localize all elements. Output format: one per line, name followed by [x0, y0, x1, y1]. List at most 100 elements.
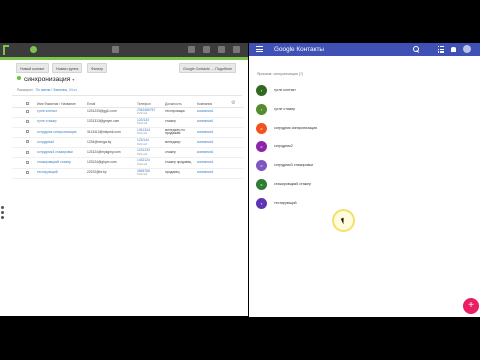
new-segment-button[interactable]: Новая группа — [52, 63, 83, 73]
contact-email: 1231313@gmym.com — [87, 117, 137, 128]
avatar: с — [256, 122, 267, 134]
status-dot-icon — [17, 76, 21, 80]
contacts-table: Имя Фамилия / Название Email Телефон Дол… — [12, 98, 244, 179]
table-row[interactable]: сотрудник2 1234@mmga.by 123/144 Рабочий мене… — [12, 137, 244, 149]
add-contact-button[interactable]: + — [463, 298, 479, 314]
sort-link[interactable]: По имени / Фамилии, 24 ст. — [36, 88, 78, 92]
crm-accent-strip — [0, 57, 248, 60]
table-row[interactable]: тестирующий 22222@br.by 4565766 Рабочий прод… — [12, 168, 244, 179]
crm-icon-1[interactable] — [188, 46, 195, 53]
contact-name-link[interactable]: сотрудник синхронизация — [37, 127, 87, 139]
select-all-checkbox[interactable] — [26, 101, 29, 105]
settings-icon[interactable]: ⚙ — [231, 98, 244, 108]
list-item[interactable]: г гугле контакт — [256, 83, 476, 102]
contact-name-link[interactable]: сотрудник3 стажировки — [37, 147, 87, 159]
search-icon[interactable] — [413, 46, 420, 53]
contact-job: стажер — [165, 147, 197, 159]
list-item[interactable]: г гугле стажер — [256, 102, 476, 121]
row-checkbox[interactable] — [26, 119, 29, 123]
crm-icon-2[interactable] — [203, 46, 210, 53]
crm-contacts-icon[interactable] — [112, 46, 119, 53]
table-row[interactable]: сотрудник синхронизация 3113413@mkpmk.com… — [12, 127, 244, 139]
contact-job: менеджер — [165, 137, 197, 149]
contact-job: менеджер по продажам — [165, 127, 197, 139]
list-item[interactable]: с сотрудник синхронизация — [256, 121, 476, 140]
row-checkbox[interactable] — [26, 130, 29, 134]
contact-company-link[interactable]: компания1 — [197, 147, 231, 159]
google-contacts-window: Google Контакты Ярлыков: синхронизация (… — [249, 43, 480, 317]
contact-job: стажер — [165, 117, 197, 128]
avatar: г — [256, 85, 267, 96]
contact-phone[interactable]: 1432124 — [137, 158, 150, 163]
row-checkbox[interactable] — [26, 109, 29, 113]
table-row[interactable]: стажировщик5 стажер 123124@ghym.com 143212… — [12, 157, 244, 169]
table-row[interactable]: гугле контакт 1231233@gg1l.com 2342466767 Р… — [12, 107, 244, 118]
google-sync-button[interactable]: Google Contacts → Подобное — [179, 63, 236, 73]
contact-phone[interactable]: 1231233 — [137, 148, 150, 152]
contact-email: 3113413@mkpmk.com — [87, 127, 137, 139]
chevron-down-icon[interactable]: ▾ — [72, 77, 74, 82]
crm-logo-icon — [3, 45, 9, 55]
divider — [12, 95, 242, 96]
new-contact-button[interactable]: Новый контакт — [16, 63, 49, 73]
contact-name-link[interactable]: тестирующий — [37, 168, 87, 179]
apps-grid-icon[interactable] — [438, 46, 445, 53]
contact-name-link[interactable]: гугле контакт — [37, 107, 87, 118]
contact-name-link[interactable]: стажировщик5 стажер — [37, 157, 87, 169]
contact-name: сотрудник3 стажировки — [274, 163, 313, 168]
phone-type: Рабочий — [137, 142, 148, 146]
account-avatar[interactable] — [463, 45, 471, 53]
row-checkbox[interactable] — [26, 170, 29, 174]
contact-name: гугле стажер — [274, 106, 296, 111]
phone-type: Рабочий — [137, 152, 148, 156]
app-title: Google Контакты — [274, 46, 324, 53]
contact-phone[interactable]: 2342466767 — [137, 108, 155, 112]
list-item[interactable]: с стажировщик5 стажер — [256, 177, 476, 196]
contact-phone[interactable]: 123/144 — [137, 138, 149, 142]
menu-icon[interactable] — [256, 46, 263, 53]
list-item[interactable]: с сотрудник2 — [256, 139, 476, 158]
notifications-icon[interactable] — [450, 46, 457, 53]
crm-window: Новый контакт Новая группа Фильтр Google… — [0, 43, 248, 316]
crm-nav-icon[interactable] — [30, 46, 37, 53]
contact-company-link[interactable]: компания1 — [197, 137, 231, 149]
list-item[interactable]: т тестирующий — [256, 196, 476, 215]
row-checkbox[interactable] — [26, 140, 29, 144]
column-header[interactable]: Телефон — [137, 98, 165, 108]
contact-company-link[interactable]: компания1 — [197, 157, 231, 169]
row-checkbox[interactable] — [26, 160, 29, 164]
window-handle[interactable] — [0, 204, 5, 221]
avatar: г — [256, 103, 267, 115]
list-item[interactable]: с сотрудник3 стажировки — [256, 158, 476, 177]
page-title[interactable]: синхронизация ▾ — [17, 76, 74, 83]
table-header: Имя Фамилия / Название Email Телефон Дол… — [12, 98, 244, 108]
column-header[interactable]: Имя Фамилия / Название — [37, 98, 87, 108]
phone-type: Рабочий — [137, 173, 148, 177]
phone-type: Рабочий — [137, 163, 148, 167]
contact-job: тестировщик — [165, 107, 197, 118]
contact-company-link[interactable]: компания1 — [197, 107, 231, 118]
contact-company-link[interactable]: компания1 — [197, 168, 231, 179]
avatar: с — [256, 178, 267, 190]
table-row[interactable]: сотрудник3 стажировки 123124@mykgmy.com 12… — [12, 147, 244, 159]
contact-company-link[interactable]: компания1 — [197, 117, 231, 128]
contact-name-link[interactable]: гугле стажер — [37, 117, 87, 128]
contact-name: гугле контакт — [274, 88, 296, 92]
table-row[interactable]: гугле стажер 1231313@gmym.com 123/133 Рабоч… — [12, 117, 244, 128]
phone-type: Рабочий — [137, 122, 148, 126]
contact-phone-cell: 1231233 Рабочий — [137, 147, 165, 159]
column-header[interactable]: Email — [87, 98, 137, 108]
crm-icon-3[interactable] — [218, 46, 225, 53]
contact-phone-cell: 1432124 Рабочий — [137, 157, 165, 169]
contact-name-link[interactable]: сотрудник2 — [37, 137, 87, 149]
column-header[interactable]: Компания — [197, 98, 231, 108]
crm-icon-4[interactable] — [233, 46, 240, 53]
filter-button[interactable]: Фильтр — [87, 63, 108, 73]
contact-company-link[interactable]: компания1 — [197, 127, 231, 139]
row-checkbox[interactable] — [26, 150, 29, 154]
contact-phone-cell: 2342466767 Рабочий — [137, 107, 165, 118]
crm-sort-line: Расширил По имени / Фамилии, 24 ст. — [17, 88, 77, 92]
contact-email: 1234@mmga.by — [87, 137, 137, 149]
contact-phone-cell: 4565766 Рабочий — [137, 168, 165, 179]
column-header[interactable]: Должность — [165, 98, 197, 108]
